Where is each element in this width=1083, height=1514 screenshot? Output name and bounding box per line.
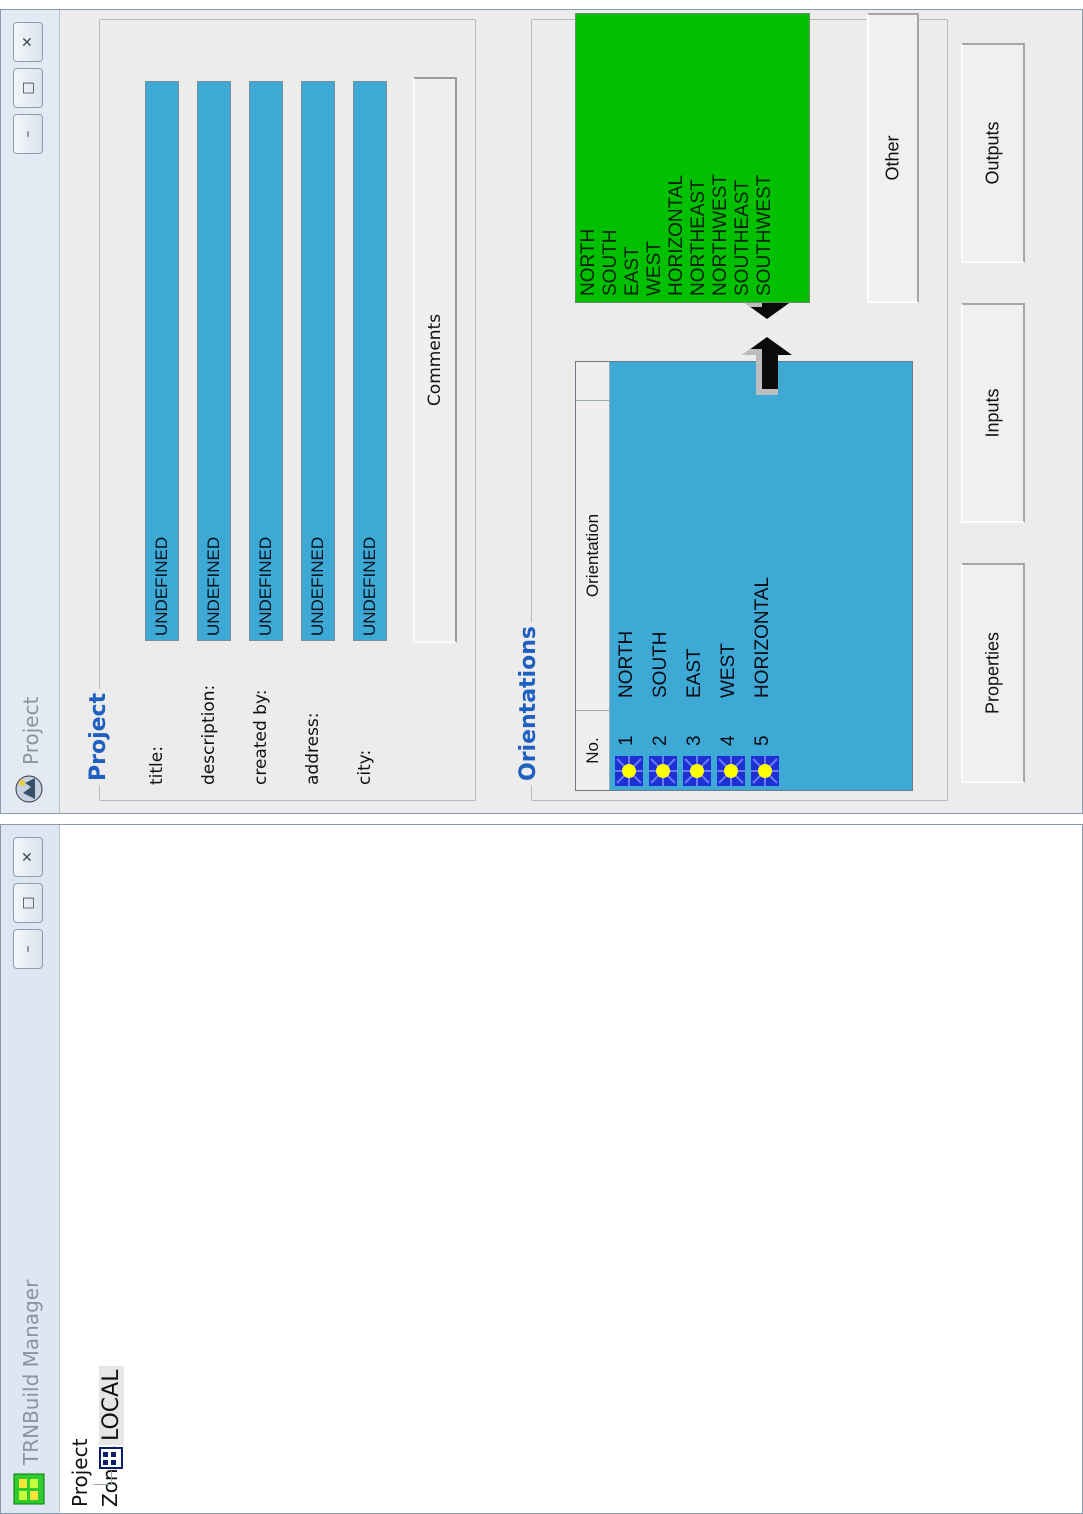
- other-button-label: Other: [882, 135, 903, 181]
- building-icon: [99, 1447, 123, 1469]
- table-row[interactable]: 5 HORIZONTAL: [748, 362, 782, 790]
- row-orientation: WEST: [718, 643, 739, 698]
- sun-icon: [683, 756, 711, 786]
- sun-icon: [751, 756, 779, 786]
- sun-icon: [615, 756, 643, 786]
- maximize-icon: □: [20, 81, 36, 95]
- description-field-value: UNDEFINED: [204, 536, 223, 636]
- tree-item-project[interactable]: Project: [67, 1439, 93, 1507]
- comments-button-label: Comments: [425, 313, 445, 407]
- list-item[interactable]: NORTHEAST: [688, 179, 710, 296]
- properties-button[interactable]: Properties: [961, 563, 1025, 783]
- maximize-button[interactable]: □: [13, 68, 43, 108]
- add-orientation-arrow-icon[interactable]: [736, 333, 798, 403]
- column-header-orientation[interactable]: Orientation: [576, 400, 610, 710]
- manager-title: TRNBuild Manager: [19, 1279, 43, 1465]
- outputs-button-label: Outputs: [982, 121, 1003, 185]
- tree-connector: [111, 1471, 112, 1485]
- inputs-button-label: Inputs: [982, 388, 1003, 438]
- minimize-icon: –: [20, 130, 36, 138]
- inputs-button[interactable]: Inputs: [961, 303, 1025, 523]
- available-orientations-list[interactable]: NORTH SOUTH EAST WEST HORIZONTAL NORTHEA…: [575, 13, 810, 303]
- maximize-button[interactable]: □: [13, 883, 43, 923]
- list-item[interactable]: EAST: [622, 246, 644, 296]
- row-orientation: EAST: [684, 648, 705, 698]
- comments-button[interactable]: Comments: [413, 77, 457, 643]
- tree-item-local[interactable]: LOCAL: [99, 1365, 125, 1445]
- project-window-title: Project: [19, 696, 43, 765]
- other-button[interactable]: Other: [867, 13, 919, 303]
- row-number: 5: [752, 735, 773, 746]
- row-orientation: NORTH: [616, 630, 637, 698]
- manager-titlebar[interactable]: TRNBuild Manager – □ ✕: [1, 825, 60, 1513]
- list-item[interactable]: SOUTHEAST: [732, 180, 754, 296]
- row-orientation: SOUTH: [650, 631, 671, 699]
- list-item[interactable]: SOUTHWEST: [754, 175, 776, 296]
- minimize-button[interactable]: –: [13, 929, 43, 969]
- zone-local-label: LOCAL: [99, 1365, 124, 1445]
- table-row[interactable]: 1 NORTH: [612, 362, 646, 790]
- field-label-title: title:: [147, 746, 167, 785]
- sun-icon: [649, 756, 677, 786]
- project-group-title: Project: [85, 688, 113, 785]
- table-row[interactable]: 3 EAST: [680, 362, 714, 790]
- field-label-description: description:: [199, 684, 219, 785]
- address-field-value: UNDEFINED: [308, 536, 327, 636]
- outputs-button[interactable]: Outputs: [961, 43, 1025, 263]
- close-icon: ✕: [20, 851, 36, 863]
- row-number: 3: [684, 735, 705, 746]
- created-by-field[interactable]: UNDEFINED: [249, 81, 283, 641]
- list-item[interactable]: SOUTH: [600, 230, 622, 297]
- field-label-city: city:: [355, 749, 375, 785]
- project-window: Project – □ ✕ Project title: UNDEFINED d…: [0, 9, 1083, 814]
- project-window-icon: [15, 775, 43, 803]
- title-field[interactable]: UNDEFINED: [145, 81, 179, 641]
- row-orientation: HORIZONTAL: [752, 576, 773, 698]
- description-field[interactable]: UNDEFINED: [197, 81, 231, 641]
- close-button[interactable]: ✕: [13, 837, 43, 877]
- column-header-no[interactable]: No.: [576, 710, 610, 790]
- trnbuild-app-icon: [13, 1473, 45, 1505]
- list-item[interactable]: HORIZONTAL: [666, 175, 688, 296]
- table-row[interactable]: 4 WEST: [714, 362, 748, 790]
- city-field[interactable]: UNDEFINED: [353, 81, 387, 641]
- row-number: 2: [650, 735, 671, 746]
- table-row[interactable]: 2 SOUTH: [646, 362, 680, 790]
- close-icon: ✕: [20, 36, 36, 48]
- orientations-group-title: Orientations: [515, 622, 543, 785]
- minimize-button[interactable]: –: [13, 114, 43, 154]
- city-field-value: UNDEFINED: [360, 536, 379, 636]
- title-field-value: UNDEFINED: [152, 536, 171, 636]
- created-by-field-value: UNDEFINED: [256, 536, 275, 636]
- field-label-address: address:: [303, 712, 323, 785]
- trnbuild-manager-window: TRNBuild Manager – □ ✕ Project Zones LOC…: [0, 824, 1083, 1514]
- row-number: 1: [616, 735, 637, 746]
- orientations-table[interactable]: No. Orientation 1 NORTH 2 SOUTH 3 EAST 4: [575, 361, 913, 791]
- list-item[interactable]: WEST: [644, 241, 666, 296]
- project-titlebar[interactable]: Project – □ ✕: [1, 10, 60, 813]
- column-header-spacer: [576, 362, 610, 400]
- field-label-created-by: created by:: [251, 689, 271, 785]
- properties-button-label: Properties: [982, 631, 1003, 715]
- close-button[interactable]: ✕: [13, 22, 43, 62]
- list-item[interactable]: NORTHWEST: [710, 174, 732, 296]
- address-field[interactable]: UNDEFINED: [301, 81, 335, 641]
- sun-icon: [717, 756, 745, 786]
- tree-connector: [93, 1484, 111, 1485]
- maximize-icon: □: [20, 896, 36, 910]
- minimize-icon: –: [20, 945, 36, 953]
- list-item[interactable]: NORTH: [578, 229, 600, 296]
- row-number: 4: [718, 735, 739, 746]
